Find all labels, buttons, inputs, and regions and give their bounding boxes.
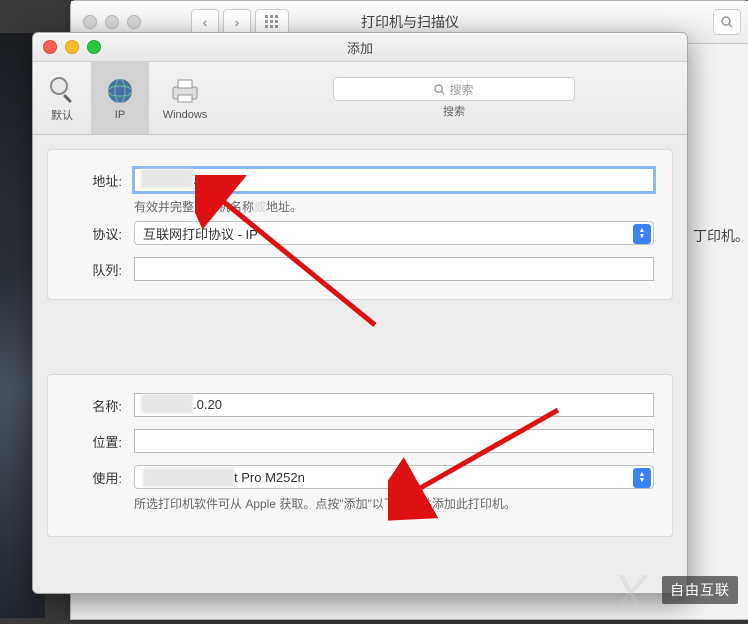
- window-close-button[interactable]: [43, 40, 57, 54]
- address-label: 地址:: [66, 171, 122, 190]
- prefs-title: 打印机与扫描仪: [361, 12, 459, 32]
- tab-windows-label: Windows: [163, 109, 208, 121]
- toolbar-search-placeholder: 搜索: [449, 81, 473, 98]
- window-zoom-button[interactable]: [87, 40, 101, 54]
- prefs-close-button[interactable]: [83, 15, 97, 29]
- use-suffix: t Pro M252n: [234, 470, 305, 485]
- use-label: 使用:: [66, 468, 122, 487]
- watermark-text: 自由互联: [662, 576, 738, 604]
- queue-input[interactable]: [134, 257, 654, 281]
- name-input[interactable]: .0.20: [134, 393, 654, 417]
- add-printer-window: 添加 默认 IP Windows 搜索 搜索: [32, 32, 688, 594]
- toolbar-search-label: 搜索: [443, 103, 465, 119]
- window-minimize-button[interactable]: [65, 40, 79, 54]
- printer-info-panel: 名称: .0.20 位置: 使用: t Pro M252n ▲▼: [47, 374, 673, 537]
- connection-panel: 地址: .20 有效并完整的主机名称或地址。 协议: 互联网打印协议 - IP …: [47, 149, 673, 300]
- tab-ip[interactable]: IP: [91, 62, 149, 134]
- name-masked: [141, 394, 193, 413]
- bg-printer-text: 丁印机。: [693, 226, 748, 246]
- prefs-traffic-lights[interactable]: [83, 15, 141, 29]
- add-titlebar: 添加: [33, 33, 687, 62]
- address-masked: [141, 169, 193, 188]
- protocol-value: 互联网打印协议 - IP: [143, 224, 258, 243]
- location-label: 位置:: [66, 432, 122, 451]
- name-label: 名称:: [66, 396, 122, 415]
- globe-icon: [104, 75, 136, 107]
- panel-spacer: [33, 314, 687, 374]
- add-window-title: 添加: [347, 38, 373, 57]
- use-masked: [143, 468, 234, 487]
- tab-default[interactable]: 默认: [33, 62, 91, 134]
- queue-label: 队列:: [66, 260, 122, 279]
- use-hint: 所选打印机软件可从 Apple 获取。点按"添加"以下载它并添加此打印机。: [134, 495, 654, 512]
- prefs-zoom-button[interactable]: [127, 15, 141, 29]
- tab-ip-label: IP: [115, 109, 125, 121]
- use-select[interactable]: t Pro M252n ▲▼: [134, 465, 654, 489]
- toolbar-search-input[interactable]: 搜索: [333, 77, 575, 101]
- prefs-search-button[interactable]: [713, 9, 741, 35]
- address-suffix: .20: [193, 172, 211, 187]
- watermark: 自由互联: [662, 576, 738, 604]
- tab-default-label: 默认: [51, 107, 73, 123]
- address-hint-b: 地址。: [266, 200, 302, 214]
- protocol-select[interactable]: 互联网打印协议 - IP ▲▼: [134, 221, 654, 245]
- toolbar-search-wrap: 搜索 搜索: [221, 62, 687, 134]
- tab-windows[interactable]: Windows: [149, 62, 221, 134]
- chevron-updown-icon: ▲▼: [633, 468, 651, 488]
- name-suffix: .0.20: [193, 397, 222, 412]
- add-traffic-lights: [43, 40, 101, 54]
- magnifier-icon: [46, 73, 78, 105]
- location-input[interactable]: [134, 429, 654, 453]
- address-input[interactable]: .20: [134, 168, 654, 192]
- address-hint-a: 有效并完整的主机名称: [134, 200, 254, 214]
- protocol-label: 协议:: [66, 224, 122, 243]
- prefs-minimize-button[interactable]: [105, 15, 119, 29]
- search-icon: [434, 84, 445, 95]
- chevron-updown-icon: ▲▼: [633, 224, 651, 244]
- address-hint: 有效并完整的主机名称或地址。: [134, 198, 654, 215]
- add-toolbar: 默认 IP Windows 搜索 搜索: [33, 62, 687, 135]
- printer-icon: [169, 75, 201, 107]
